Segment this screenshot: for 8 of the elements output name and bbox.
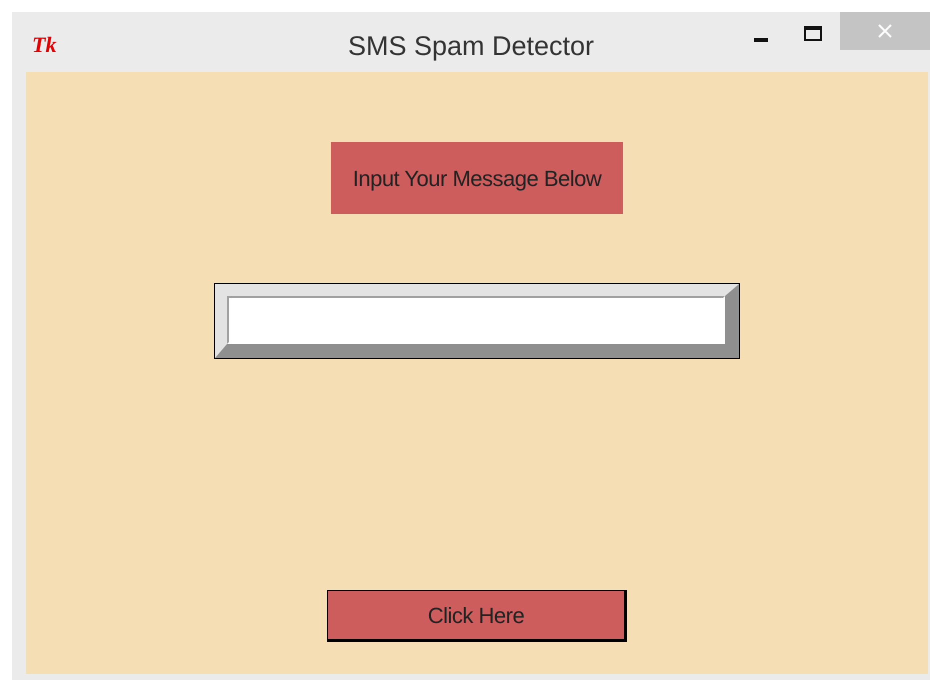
close-icon[interactable] — [878, 24, 892, 38]
click-here-button[interactable]: Click Here — [327, 590, 627, 642]
maximize-icon[interactable] — [804, 26, 822, 41]
window-title: SMS Spam Detector — [348, 30, 594, 63]
app-icon: Tk — [32, 28, 56, 61]
message-field[interactable] — [215, 284, 739, 358]
heading-label: Input Your Message Below — [331, 142, 623, 214]
minimize-icon[interactable] — [754, 36, 768, 42]
